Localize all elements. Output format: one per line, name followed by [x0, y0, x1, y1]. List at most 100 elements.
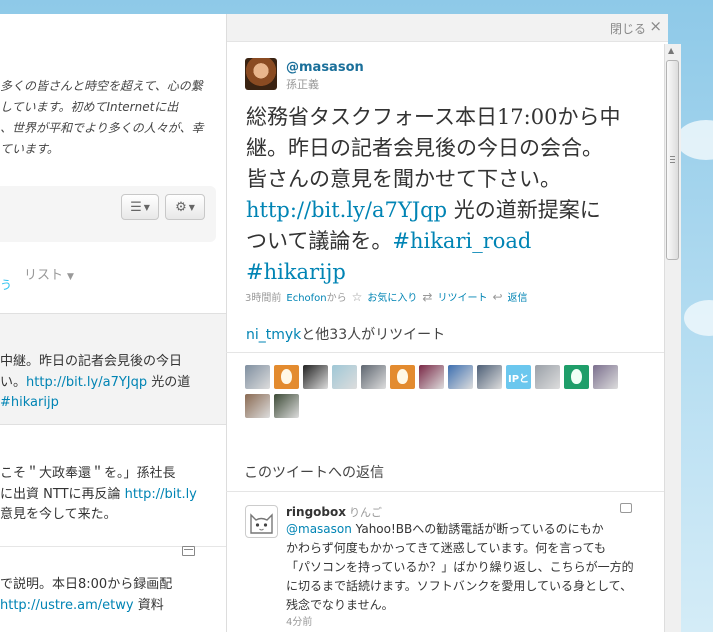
- retweeter-avatar[interactable]: [390, 365, 415, 389]
- reply-screen-name[interactable]: ringobox: [286, 505, 346, 519]
- retweeter-avatar[interactable]: [361, 365, 386, 389]
- timestamp[interactable]: 3時間前: [245, 289, 281, 304]
- tweet-link[interactable]: http://bit.ly: [125, 487, 197, 502]
- reply-line: @masason Yahoo!BBへの勧誘電話が断っているのにもか: [286, 520, 646, 539]
- chevron-down-icon: ▼: [143, 202, 150, 212]
- tweet-line: こそ＂大政奉還＂を。」孫社長: [0, 464, 226, 484]
- retweeter-avatar[interactable]: [564, 365, 589, 389]
- tweet-line: #hikarijp: [0, 393, 226, 413]
- retweeter-avatar[interactable]: [419, 365, 444, 389]
- replies-heading: このツイートへの返信: [244, 465, 384, 481]
- reply-text: @masason Yahoo!BBへの勧誘電話が断っているのにもか かわらず何度…: [286, 520, 646, 615]
- tweet-line: http://bit.ly/a7YJqp 光の道新提案に: [246, 195, 646, 226]
- tweet-line: い。http://bit.ly/a7YJqp 光の道: [0, 373, 226, 393]
- retweeter-avatar[interactable]: [274, 365, 299, 389]
- tweet-meta: 3時間前 Echofonから ☆ お気に入り ⇄ リツイート ↩ 返信: [245, 289, 528, 305]
- retweeter-avatar[interactable]: [245, 394, 270, 418]
- hashtag-link[interactable]: #hikarijp: [0, 395, 59, 410]
- tweet-text: 資料: [133, 598, 164, 613]
- reply-line: かわらず何度もかかってきて迷惑しています。何を言っても: [286, 541, 607, 555]
- tweet-line: 皆さんの意見を聞かせて下さい。: [246, 164, 646, 195]
- client-info: Echofonから: [286, 289, 346, 304]
- tab-label: リスト: [24, 268, 64, 283]
- reply-icon[interactable]: ↩: [492, 290, 502, 304]
- tweet-text: 継。昨日の記者会見後の今日の会合。: [246, 136, 603, 160]
- scroll-grip-icon: [670, 156, 675, 163]
- retweet-icon[interactable]: ⇄: [422, 290, 432, 304]
- retweeter-avatar[interactable]: IPと: [506, 365, 531, 389]
- retweeter-link[interactable]: ni_tmyk: [246, 327, 301, 343]
- close-icon[interactable]: ×: [649, 17, 662, 35]
- tweet-text: 意見を今して来た。: [0, 507, 117, 522]
- tweet-text: 光の道新提案に: [447, 198, 601, 222]
- retweeter-avatar[interactable]: [477, 365, 502, 389]
- tweet-line: 意見を今して来た。: [0, 505, 226, 525]
- hashtag-link[interactable]: #hikari_road: [392, 229, 531, 253]
- retweeter-avatar[interactable]: [535, 365, 560, 389]
- retweeted-by: ni_tmykと他33人がリツイート: [246, 324, 445, 344]
- conversation-icon[interactable]: [182, 546, 195, 556]
- bio-line: 多くの皆さんと時空を超えて、心の繋: [0, 79, 203, 93]
- retweeter-avatar[interactable]: [593, 365, 618, 389]
- tweet-line: 総務省タスクフォース本日17:00から中: [246, 102, 646, 133]
- settings-menu-button[interactable]: ⚙ ▼: [165, 194, 205, 220]
- star-icon[interactable]: ☆: [352, 290, 363, 304]
- close-label[interactable]: 閉じる: [610, 20, 646, 37]
- reply-line: 「パソコンを持っているか？」ばかり繰り返し、こちらが一方的: [286, 560, 634, 574]
- retweeter-avatar[interactable]: [448, 365, 473, 389]
- hashtag-link[interactable]: #hikarijp: [246, 260, 346, 284]
- tweet-text: 総務省タスクフォース本日17:00から中: [246, 105, 621, 129]
- bio-line: しています。初めてInternetに出: [0, 100, 179, 114]
- reply-action[interactable]: 返信: [508, 289, 528, 304]
- reply-line: 残念でなりません。: [286, 598, 394, 612]
- list-icon: ☰: [130, 199, 142, 215]
- gear-icon: ⚙: [175, 199, 187, 215]
- retweet-action[interactable]: リツイート: [437, 289, 487, 304]
- avatar[interactable]: [245, 58, 277, 90]
- tweet-text: に出資 NTTに再反論: [0, 487, 125, 502]
- favorite-action[interactable]: お気に入り: [367, 289, 417, 304]
- tweet-line: #hikarijp: [246, 257, 646, 288]
- reply-author[interactable]: ringobox りんご: [286, 504, 382, 520]
- list-menu-button[interactable]: ☰ ▼: [121, 194, 159, 220]
- conversation-icon[interactable]: [620, 503, 632, 513]
- tweet-link[interactable]: http://bit.ly/a7YJqp: [246, 198, 447, 222]
- pane-header: 閉じる ×: [227, 14, 668, 42]
- tweet-line: に出資 NTTに再反論 http://bit.ly: [0, 485, 226, 505]
- retweet-count-text[interactable]: と他33人がリツイート: [301, 327, 445, 343]
- retweeter-avatar[interactable]: [274, 394, 299, 418]
- bio-line: 、世界が平和でより多くの人々が、幸: [0, 121, 204, 135]
- retweeter-avatar[interactable]: [303, 365, 328, 389]
- tweet-line: 中継。昨日の記者会見後の今日: [0, 352, 226, 372]
- tweet-text: こそ＂大政奉還＂を。」孫社長: [0, 466, 176, 481]
- reply-real-name: りんご: [348, 506, 382, 519]
- reply-timestamp[interactable]: 4分前: [286, 613, 312, 628]
- tweet-text: で説明。本日8:00から録画配: [0, 577, 173, 592]
- bio-line: ています。: [0, 142, 59, 156]
- tab-lists[interactable]: リスト ▼: [24, 264, 74, 283]
- screen-name-link[interactable]: @masason: [286, 60, 364, 75]
- reply-line: に切るまで話続けます。ソフトバンクを愛用している身として、: [286, 579, 633, 593]
- tweet-link[interactable]: http://ustre.am/etwy: [0, 598, 134, 613]
- tweet-line: http://ustre.am/etwy 資料: [0, 596, 226, 616]
- chevron-down-icon: ▼: [67, 272, 74, 282]
- tweet-line: で説明。本日8:00から録画配: [0, 575, 226, 595]
- divider: [226, 491, 664, 492]
- tweet-line: 継。昨日の記者会見後の今日の会合。: [246, 133, 646, 164]
- tweet-link[interactable]: http://bit.ly/a7YJqp: [26, 375, 147, 390]
- avatar[interactable]: [245, 505, 278, 538]
- client-suffix: から: [326, 293, 347, 304]
- tab-partial-label[interactable]: う: [0, 276, 12, 293]
- retweeter-avatar[interactable]: [332, 365, 357, 389]
- client-link[interactable]: Echofon: [286, 293, 326, 304]
- tweet-text: い。: [0, 375, 27, 390]
- cat-avatar-icon: [250, 513, 273, 534]
- tweet-text: 光の道: [147, 375, 191, 390]
- tweet-line: ついて議論を。#hikari_road: [246, 226, 646, 257]
- retweeter-avatar[interactable]: [245, 365, 270, 389]
- divider: [226, 352, 664, 353]
- scroll-up-arrow-icon[interactable]: ▲: [668, 46, 674, 55]
- mention-link[interactable]: @masason: [286, 522, 352, 536]
- tweet-text: ついて議論を。: [246, 229, 393, 253]
- profile-bio: 多くの皆さんと時空を超えて、心の繋 しています。初めてInternetに出 、世…: [0, 76, 226, 160]
